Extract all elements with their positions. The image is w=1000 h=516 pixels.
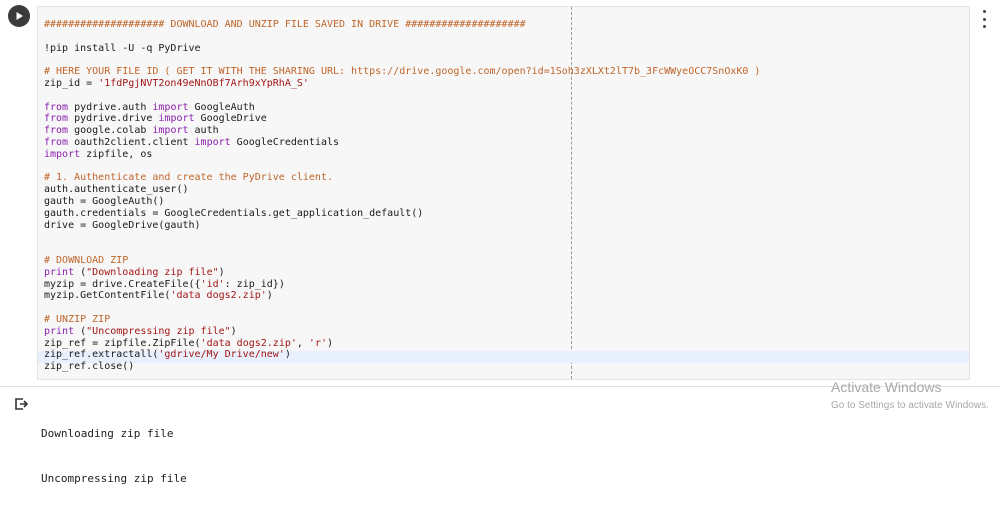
code-token: myzip.GetContentFile( [44,290,171,302]
code-token: import [152,125,189,137]
code-token: 'r' [308,337,327,349]
code-token: google.colab [68,125,153,137]
code-token: "Downloading zip file" [86,266,219,278]
code-token: # UNZIP ZIP [44,313,111,325]
code-token: GoogleAuth [188,101,255,113]
code-line: # 1. Authenticate and create the PyDrive… [44,172,969,184]
code-line: # DOWNLOAD ZIP [44,255,969,267]
code-token: ( [74,266,87,278]
code-token: # HERE YOUR FILE ID ( GET IT WITH THE SH… [44,66,761,78]
code-token: '1fdPgjNVT2on49eNnOBf7Arh9xYpRhA_S' [98,77,309,89]
code-line: from pydrive.auth import GoogleAuth [44,102,969,114]
code-token: 'gdrive/My Drive/new' [158,349,285,361]
code-token: ( [74,325,87,337]
code-token: print [44,266,75,278]
code-line: #################### DOWNLOAD AND UNZIP … [44,19,969,31]
code-token: # DOWNLOAD ZIP [44,254,129,266]
code-token: ) [266,290,273,302]
code-text[interactable]: #################### DOWNLOAD AND UNZIP … [44,19,969,373]
code-line: from pydrive.drive import GoogleDrive [44,113,969,125]
code-token: import [158,113,195,125]
play-icon [16,12,23,20]
code-token: zip_ref = zipfile.ZipFile( [44,337,201,349]
code-token: ) [284,349,291,361]
more-vert-icon[interactable] [979,10,989,28]
code-line: !pip install -U -q PyDrive [44,43,969,55]
code-token: drive = GoogleDrive(gauth) [44,219,201,231]
code-line: zip_ref.extractall('gdrive/My Drive/new'… [44,349,969,361]
code-token: from [44,125,69,137]
code-line: # UNZIP ZIP [44,314,969,326]
code-token: 'data dogs2.zip' [200,337,297,349]
watermark-subtitle: Go to Settings to activate Windows. [831,400,989,411]
code-line: import zipfile, os [44,149,969,161]
code-token: 'id' [200,278,225,290]
code-line: from google.colab import auth [44,125,969,137]
code-line: auth.authenticate_user() [44,184,969,196]
code-token: myzip = drive.CreateFile({ [44,278,201,290]
output-line: Downloading zip file [41,427,174,440]
code-token: from [44,101,69,113]
output-text: Downloading zip file Uncompressing zip f… [41,396,187,516]
code-token: GoogleDrive [194,113,267,125]
code-token: zipfile, os [80,148,153,160]
code-token: ) [230,325,237,337]
code-token: gauth = GoogleAuth() [44,195,165,207]
code-token: pydrive.drive [68,113,159,125]
code-token: zip_ref.close() [44,361,135,373]
code-line: # HERE YOUR FILE ID ( GET IT WITH THE SH… [44,66,969,78]
code-token: !pip install -U -q PyDrive [44,42,201,54]
code-token: : zip_id}) [224,278,285,290]
code-token: import [194,136,231,148]
code-token: zip_ref.extractall( [44,349,159,361]
code-token: "Uncompressing zip file" [86,325,231,337]
code-token: gauth.credentials = GoogleCredentials.ge… [44,207,424,219]
output-redirect-icon[interactable] [12,395,30,413]
code-token: import [152,101,189,113]
code-token: import [44,148,81,160]
code-line: myzip.GetContentFile('data dogs2.zip') [44,290,969,302]
code-token: auth [188,125,219,137]
code-token: # 1. Authenticate and create the PyDrive… [44,172,333,184]
code-line: zip_ref = zipfile.ZipFile('data dogs2.zi… [44,338,969,350]
code-token: ) [218,266,225,278]
code-cell[interactable]: #################### DOWNLOAD AND UNZIP … [0,0,1000,386]
code-line: from oauth2client.client import GoogleCr… [44,137,969,149]
code-token: zip_id = [44,77,99,89]
code-token: , [296,337,309,349]
code-line: gauth = GoogleAuth() [44,196,969,208]
code-editor[interactable]: #################### DOWNLOAD AND UNZIP … [37,6,970,380]
code-line: zip_ref.close() [44,361,969,373]
code-line: zip_id = '1fdPgjNVT2on49eNnOBf7Arh9xYpRh… [44,78,969,90]
code-token: pydrive.auth [68,101,153,113]
code-token: auth.authenticate_user() [44,184,189,196]
code-line: print ("Downloading zip file") [44,267,969,279]
code-token: 'data dogs2.zip' [170,290,267,302]
code-line: myzip = drive.CreateFile({'id': zip_id}) [44,279,969,291]
code-token: #################### DOWNLOAD AND UNZIP … [44,19,526,30]
code-token: GoogleCredentials [230,136,340,148]
activate-windows-watermark: Activate Windows Go to Settings to activ… [831,379,989,413]
code-token: print [44,325,75,337]
watermark-title: Activate Windows [831,379,942,395]
code-line: print ("Uncompressing zip file") [44,326,969,338]
code-line: gauth.credentials = GoogleCredentials.ge… [44,208,969,220]
code-token: oauth2client.client [68,136,195,148]
code-line: drive = GoogleDrive(gauth) [44,220,969,232]
code-token: from [44,136,69,148]
code-token: from [44,113,69,125]
code-token: ) [326,337,334,349]
output-line: Uncompressing zip file [41,472,187,485]
run-cell-button[interactable] [8,5,30,27]
